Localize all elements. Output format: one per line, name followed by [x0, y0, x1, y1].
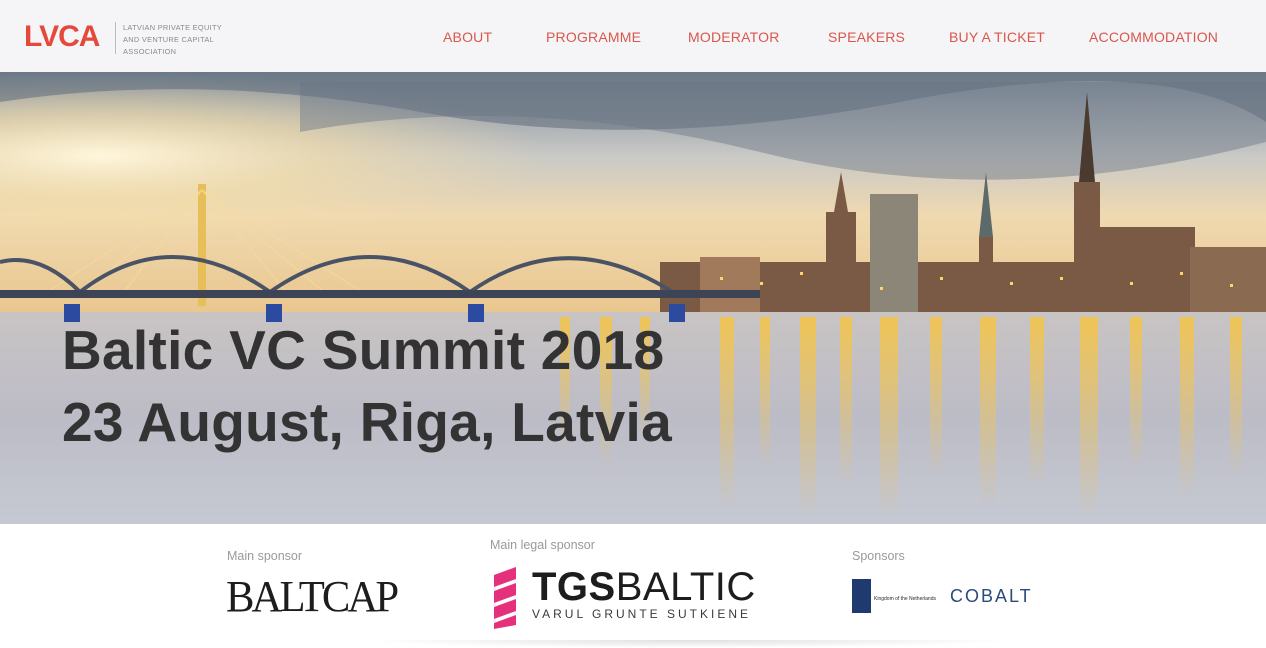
nav-buy-a-ticket[interactable]: BUY A TICKET	[949, 29, 1045, 45]
nav-programme[interactable]: PROGRAMME	[546, 29, 641, 45]
main-sponsor-label: Main sponsor	[227, 549, 303, 563]
tgs-bold-text: TGS	[532, 565, 616, 609]
riga-skyline-image	[0, 72, 1266, 524]
tgs-mark-icon	[494, 567, 516, 629]
tgs-subtext: VARUL GRUNTE SUTKIENE	[532, 607, 752, 621]
nav-about[interactable]: ABOUT	[443, 29, 492, 45]
nav-moderator[interactable]: MODERATOR	[688, 29, 780, 45]
hero-title: Baltic VC Summit 2018	[62, 319, 665, 381]
netherlands-text: Kingdom of the Netherlands	[874, 596, 936, 602]
logo-tagline-line3: Association	[123, 47, 177, 56]
hero-subtitle: 23 August, Riga, Latvia	[62, 391, 672, 453]
section-shadow	[360, 640, 1020, 648]
nav-speakers[interactable]: SPEAKERS	[828, 29, 905, 45]
lvca-logo[interactable]: LVCA Latvian Private Equity and Venture …	[24, 18, 224, 58]
site-header: LVCA Latvian Private Equity and Venture …	[0, 0, 1266, 72]
nav-accommodation[interactable]: ACCOMMODATION	[1089, 29, 1218, 45]
cobalt-logo[interactable]: COBALT	[950, 586, 1033, 607]
kingdom-netherlands-logo[interactable]: Kingdom of the Netherlands	[852, 579, 942, 615]
logo-tagline: Latvian Private Equity and Venture Capit…	[123, 22, 233, 58]
tgs-main-text: TGSBALTIC	[532, 565, 756, 609]
logo-mark: LVCA	[24, 20, 100, 53]
main-legal-sponsor-label: Main legal sponsor	[490, 538, 595, 552]
tgs-baltic-logo[interactable]: TGSBALTIC VARUL GRUNTE SUTKIENE	[490, 565, 755, 629]
sponsors-label: Sponsors	[852, 549, 905, 563]
baltcap-logo[interactable]: BALTCAP	[226, 572, 399, 622]
baltic-text: BALTIC	[615, 565, 756, 609]
hero-banner: Baltic VC Summit 2018 23 August, Riga, L…	[0, 72, 1266, 524]
logo-tagline-line1: Latvian Private Equity	[123, 23, 222, 32]
netherlands-crest-icon	[852, 579, 871, 613]
logo-tagline-line2: and Venture Capital	[123, 35, 214, 44]
logo-divider	[115, 22, 116, 54]
